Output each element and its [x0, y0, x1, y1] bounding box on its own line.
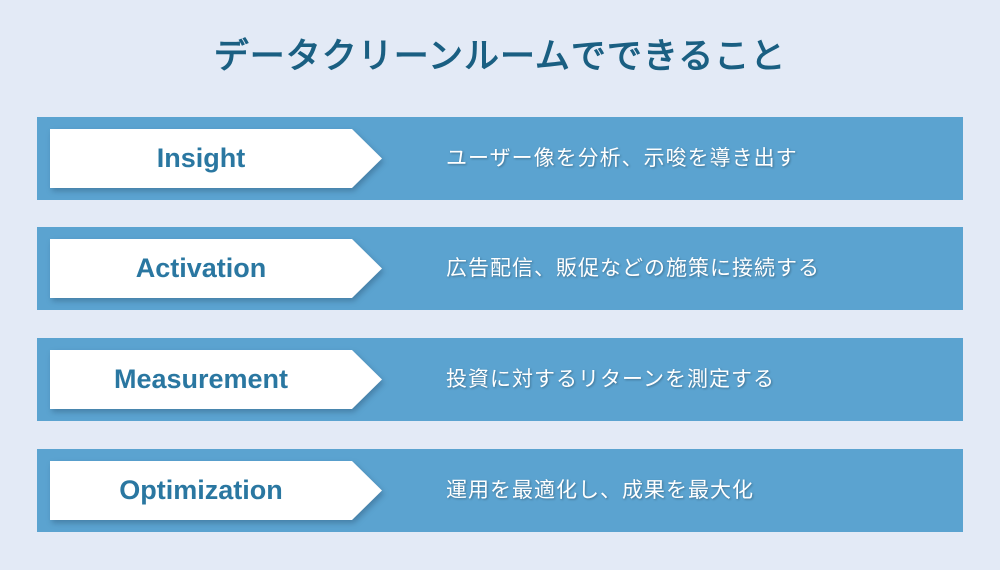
- capability-label: Insight: [156, 143, 246, 173]
- capability-description: 投資に対するリターンを測定する: [446, 367, 775, 391]
- capability-description: 運用を最適化し、成果を最大化: [446, 478, 754, 502]
- capability-row-optimization: Optimization 運用を最適化し、成果を最大化: [37, 449, 963, 532]
- page-title: データクリーンルームでできること: [213, 37, 787, 77]
- capability-label: Measurement: [113, 364, 289, 394]
- capability-row-insight: Insight ユーザー像を分析、示唆を導き出す: [37, 117, 963, 200]
- capability-description: ユーザー像を分析、示唆を導き出す: [446, 146, 798, 170]
- capability-label: Optimization: [119, 475, 283, 505]
- capability-row-measurement: Measurement 投資に対するリターンを測定する: [37, 338, 963, 421]
- capability-description: 広告配信、販促などの施策に接続する: [446, 256, 820, 280]
- capability-label: Activation: [135, 253, 267, 283]
- capability-row-activation: Activation 広告配信、販促などの施策に接続する: [37, 227, 963, 310]
